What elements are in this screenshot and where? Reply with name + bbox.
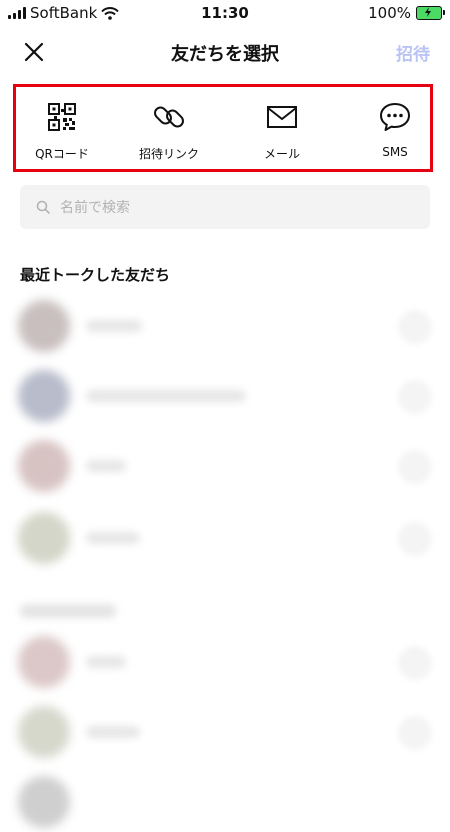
select-checkbox[interactable] [398, 310, 432, 344]
select-checkbox[interactable] [398, 646, 432, 680]
select-checkbox[interactable] [398, 716, 432, 750]
mail-icon [267, 106, 297, 128]
avatar [18, 512, 70, 564]
battery-percent: 100% [368, 4, 411, 22]
friend-row[interactable] [0, 370, 450, 426]
message-icon [380, 103, 410, 131]
section-heading-blurred [20, 604, 116, 618]
page-title: 友だちを選択 [171, 44, 279, 65]
search-icon [36, 200, 50, 214]
avatar [18, 776, 70, 828]
sms-label: SMS [382, 145, 408, 159]
battery-info: 100% [368, 4, 445, 22]
invite-button[interactable]: 招待 [396, 40, 430, 65]
invite-link-button[interactable]: 招待リンク [119, 87, 219, 169]
qr-code-button[interactable]: QRコード [12, 87, 112, 169]
status-bar: SoftBank 11:30 100% [0, 0, 450, 26]
select-checkbox[interactable] [398, 450, 432, 484]
friend-row[interactable] [0, 440, 450, 496]
share-options-bar: QRコード 招待リンク メール SMS [13, 84, 433, 172]
select-checkbox[interactable] [398, 522, 432, 556]
qr-code-icon [48, 103, 76, 131]
friend-row[interactable] [0, 706, 450, 762]
avatar [18, 300, 70, 352]
battery-icon [416, 6, 445, 20]
friend-row[interactable] [0, 636, 450, 692]
friend-name-blurred [86, 320, 142, 332]
avatar [18, 370, 70, 422]
sms-button[interactable]: SMS [345, 87, 445, 169]
avatar [18, 440, 70, 492]
avatar [18, 636, 70, 688]
friend-name-blurred [86, 390, 246, 402]
friend-row[interactable] [0, 512, 450, 568]
mail-label: メール [263, 147, 300, 161]
friend-row[interactable] [0, 300, 450, 356]
friend-name-blurred [86, 726, 140, 738]
friend-name-blurred [86, 532, 140, 544]
qr-code-label: QRコード [35, 147, 89, 161]
friend-name-blurred [86, 460, 126, 472]
select-checkbox[interactable] [398, 380, 432, 414]
header: 友だちを選択 招待 [0, 30, 450, 74]
invite-link-label: 招待リンク [138, 147, 199, 161]
recent-friends-heading: 最近トークした友だち [20, 266, 171, 284]
mail-button[interactable]: メール [232, 87, 332, 169]
search-bar[interactable] [20, 185, 430, 229]
friend-row[interactable] [0, 776, 450, 832]
avatar [18, 706, 70, 758]
search-input[interactable] [58, 195, 402, 221]
link-icon [154, 106, 184, 128]
friend-name-blurred [86, 656, 126, 668]
